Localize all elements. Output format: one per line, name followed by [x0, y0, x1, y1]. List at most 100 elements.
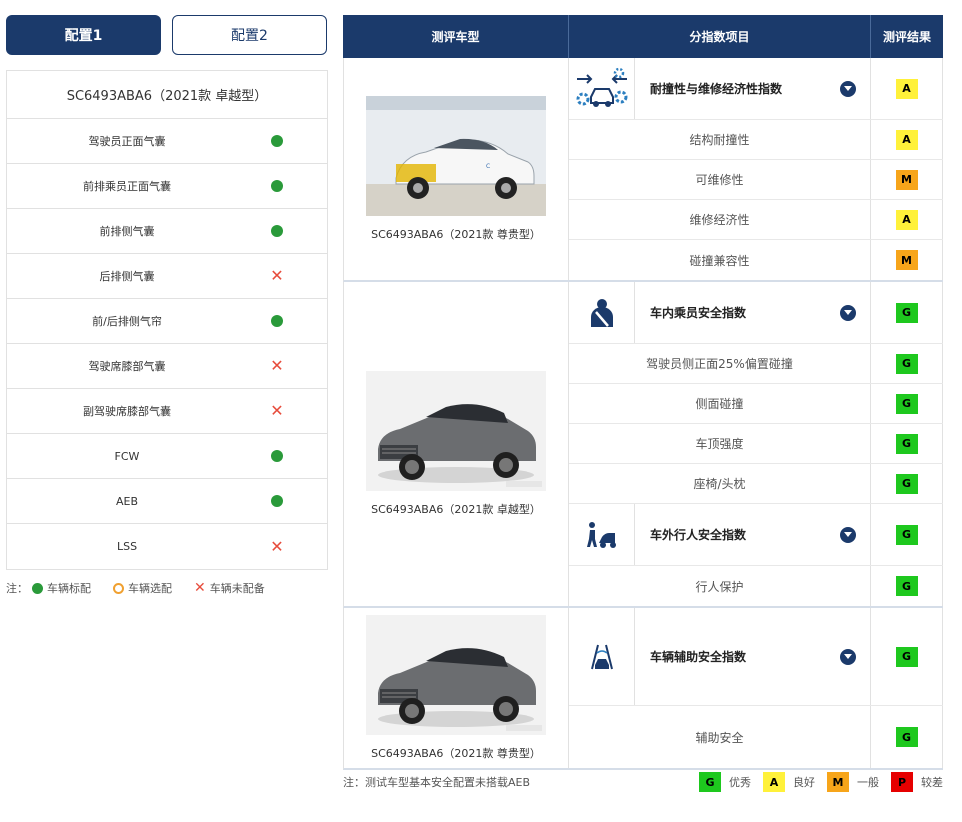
sub-index-label: 车顶强度: [569, 424, 871, 463]
grade-badge: G: [895, 433, 918, 454]
sub-index-row: 行人保护 G: [569, 566, 943, 606]
config-model-title: SC6493ABA6（2021款 卓越型）: [7, 71, 327, 119]
grade-badge: G: [895, 473, 918, 494]
index-title: 车内乘员安全指数: [650, 306, 747, 320]
chevron-down-icon[interactable]: [840, 304, 856, 321]
sub-index-row: 侧面碰撞 G: [569, 384, 943, 424]
sub-index-row: 座椅/头枕 G: [569, 464, 943, 504]
standard-dot-icon: [271, 495, 283, 507]
test-car-cell: SC6493ABA6（2021款 尊贵型）: [344, 608, 569, 768]
config-item-label: 驾驶席膝部气囊: [88, 360, 166, 373]
config-item-status: [247, 135, 307, 147]
sub-index-label: 行人保护: [569, 566, 871, 606]
index-result: G: [871, 504, 943, 565]
legend-prefix: 注：: [6, 582, 28, 595]
sub-index-label: 辅助安全: [569, 706, 871, 768]
tab-config-2[interactable]: 配置2: [172, 15, 327, 55]
grade-badge: G: [895, 524, 918, 545]
grade-badge: A: [895, 78, 918, 99]
grade-badge: A: [763, 772, 785, 792]
config-item-label: LSS: [116, 540, 138, 553]
sub-index-label: 座椅/头枕: [569, 464, 871, 503]
chevron-down-icon[interactable]: [840, 80, 856, 97]
grade-legend-item: M 一般: [827, 772, 879, 792]
sub-index-label: 碰撞兼容性: [569, 240, 871, 280]
sub-index-result: G: [871, 566, 943, 606]
not-equipped-x-icon: ✕: [270, 401, 284, 420]
grade-legend-label: 优秀: [729, 776, 751, 789]
config-legend: 注： 车辆标配 车辆选配 ✕ 车辆未配备: [6, 580, 265, 596]
car-photo: [366, 615, 546, 735]
header-model: 测评车型: [343, 15, 569, 58]
test-note: 注：测试车型基本安全配置未搭载AEB: [343, 776, 531, 789]
config-row: 前排乘员正面气囊: [7, 164, 327, 209]
car-caption: SC6493ABA6（2021款 尊贵型）: [371, 747, 541, 760]
sub-index-label: 结构耐撞性: [569, 120, 871, 159]
config-item-label: 前排侧气囊: [99, 225, 155, 238]
standard-dot-icon: [271, 225, 283, 237]
driver-assist-icon: [569, 608, 635, 705]
index-row[interactable]: 车辆辅助安全指数 G: [569, 608, 943, 706]
sub-index-result: G: [871, 384, 943, 423]
grade-badge: A: [895, 209, 918, 230]
index-result: G: [871, 608, 943, 705]
standard-dot-icon: [271, 450, 283, 462]
index-result: G: [871, 282, 943, 343]
not-equipped-x-icon: ✕: [194, 580, 206, 596]
index-result: A: [871, 58, 943, 119]
index-row[interactable]: 耐撞性与维修经济性指数 A: [569, 58, 943, 120]
sub-index-result: G: [871, 424, 943, 463]
index-title: 耐撞性与维修经济性指数: [650, 82, 783, 96]
config-item-status: [247, 315, 307, 327]
result-group: SC6493ABA6（2021款 卓越型） 车内乘员安全指数 G 驾驶员侧正面2…: [343, 282, 943, 608]
chevron-down-icon[interactable]: [840, 526, 856, 543]
sub-index-row: 碰撞兼容性 M: [569, 240, 943, 280]
config-row: LSS ✕: [7, 524, 327, 569]
grade-legend-label: 一般: [857, 776, 879, 789]
grade-legend-label: 良好: [793, 776, 815, 789]
grade-badge: M: [895, 250, 918, 270]
sub-index-row: 驾驶员侧正面25%偏置碰撞 G: [569, 344, 943, 384]
car-photo: C: [366, 96, 546, 216]
sub-index-row: 结构耐撞性 A: [569, 120, 943, 160]
crash-repair-icon: [569, 58, 635, 119]
result-group: SC6493ABA6（2021款 尊贵型） 车辆辅助安全指数 G 辅助安全 G: [343, 608, 943, 770]
config-item-label: 驾驶员正面气囊: [88, 135, 166, 148]
pedestrian-icon: [569, 504, 635, 565]
test-car-cell: SC6493ABA6（2021款 卓越型）: [344, 282, 569, 606]
sub-index-label: 可维修性: [569, 160, 871, 199]
index-title: 车辆辅助安全指数: [650, 650, 747, 664]
config-item-status: ✕: [247, 266, 307, 285]
config-item-status: [247, 450, 307, 462]
not-equipped-x-icon: ✕: [270, 356, 284, 375]
config-item-label: 后排侧气囊: [99, 270, 155, 283]
config-item-label: FCW: [114, 449, 140, 463]
grade-badge: G: [895, 727, 918, 747]
config-item-status: [247, 495, 307, 507]
not-equipped-x-icon: ✕: [270, 536, 284, 556]
not-equipped-x-icon: ✕: [270, 266, 284, 285]
grade-badge: M: [827, 772, 849, 792]
grade-badge: G: [895, 393, 918, 414]
grade-badge: A: [895, 129, 918, 150]
chevron-down-icon[interactable]: [840, 648, 856, 665]
index-row[interactable]: 车外行人安全指数 G: [569, 504, 943, 566]
standard-dot-icon: [271, 315, 283, 327]
sub-index-label: 侧面碰撞: [569, 384, 871, 423]
index-row[interactable]: 车内乘员安全指数 G: [569, 282, 943, 344]
grade-badge: M: [895, 169, 918, 190]
sub-index-result: A: [871, 200, 943, 239]
tab-config-1[interactable]: 配置1: [6, 15, 161, 55]
config-row: AEB: [7, 479, 327, 524]
config-item-status: ✕: [247, 401, 307, 420]
grade-legend-item: A 良好: [763, 772, 815, 792]
sub-index-row: 可维修性 M: [569, 160, 943, 200]
config-item-status: ✕: [247, 356, 307, 375]
sub-index-result: G: [871, 706, 943, 768]
sub-index-row: 车顶强度 G: [569, 424, 943, 464]
config-item-label: 前排乘员正面气囊: [83, 180, 171, 193]
svg-text:C: C: [486, 163, 490, 170]
legend-optional-label: 车辆选配: [128, 582, 172, 595]
result-group: C SC6493ABA6（2021款 尊贵型） 耐撞性与维修经济性指数 A 结构…: [343, 58, 943, 282]
legend-standard-label: 车辆标配: [47, 582, 91, 595]
